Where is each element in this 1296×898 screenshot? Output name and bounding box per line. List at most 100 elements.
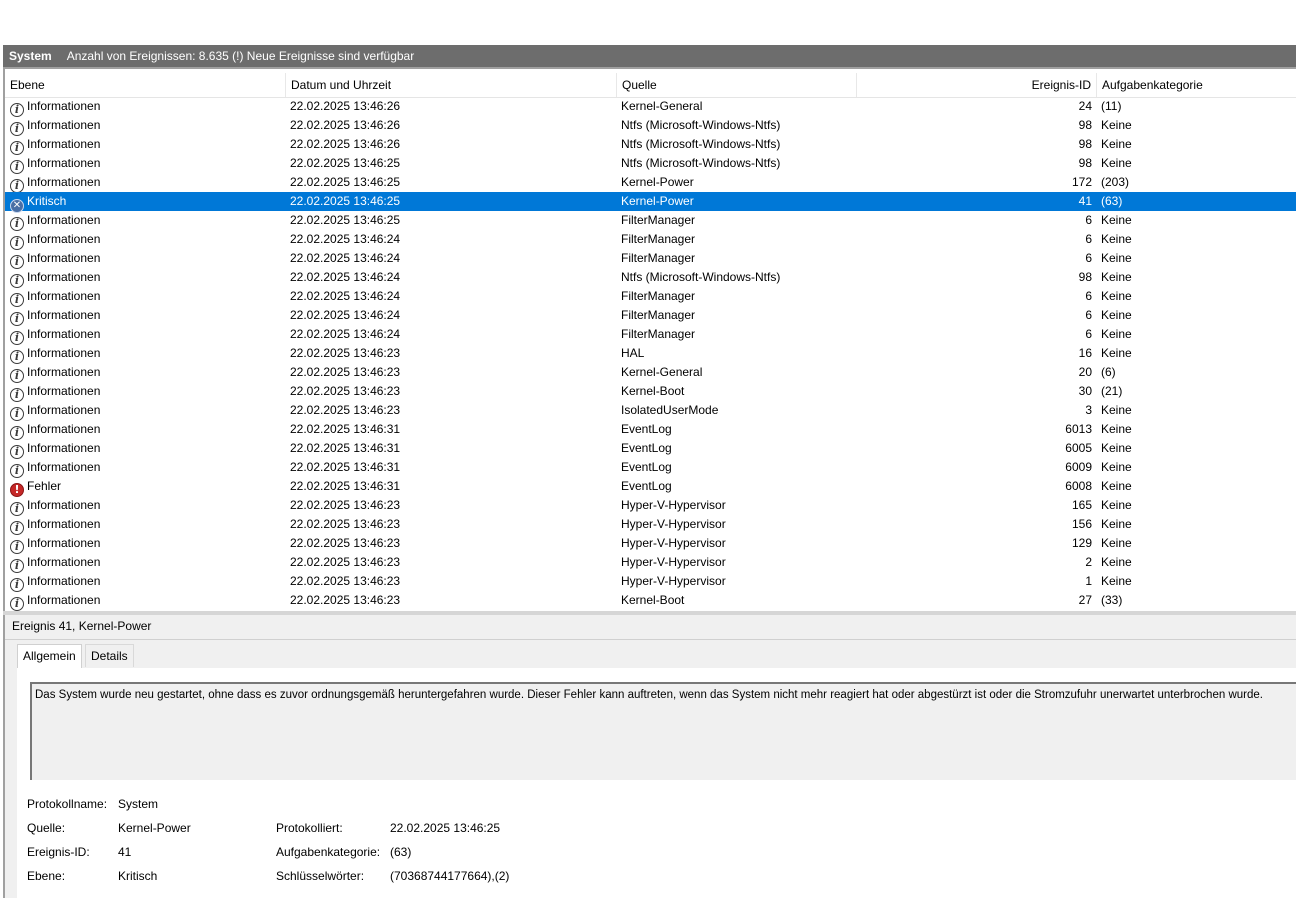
level-text: Informationen [27,498,101,512]
cell-category: (21) [1101,384,1123,398]
level-text: Informationen [27,137,101,151]
cell-event-id: 30 [1078,384,1092,398]
event-description[interactable]: Das System wurde neu gestartet, ohne das… [30,682,1296,780]
level-text: Kritisch [27,194,67,208]
cell-category: Keine [1101,441,1132,455]
cell-level: i Informationen [10,458,285,478]
column-header-date[interactable]: Datum und Uhrzeit [286,73,617,97]
column-header-event-id[interactable]: Ereignis-ID [857,73,1097,97]
table-row[interactable]: i Informationen 22.02.2025 13:46:25 Kernel-… [5,173,1296,193]
prop-eventid-label: Ereignis-ID: [27,845,90,859]
column-header-source[interactable]: Quelle [617,73,857,97]
cell-source: FilterManager [621,308,696,322]
table-row[interactable]: i Informationen 22.02.2025 13:46:23 Hyper-V… [5,572,1296,592]
level-text: Informationen [27,574,101,588]
cell-category: Keine [1101,403,1132,417]
cell-level: i Informationen [10,135,285,155]
info-icon: i [10,160,24,174]
cell-level: i Informationen [10,363,285,383]
column-header-category[interactable]: Aufgabenkategorie [1097,73,1296,97]
cell-category: Keine [1101,517,1132,531]
level-text: Informationen [27,99,101,113]
table-row[interactable]: i Informationen 22.02.2025 13:46:25 Ntfs (M… [5,154,1296,174]
event-detail-title: Ereignis 41, Kernel-Power [12,619,152,633]
table-row[interactable]: i Informationen 22.02.2025 13:46:23 Isolate… [5,401,1296,421]
table-row[interactable]: i Informationen 22.02.2025 13:46:24 Ntfs (M… [5,268,1296,288]
cell-date: 22.02.2025 13:46:31 [290,422,401,436]
level-text: Informationen [27,555,101,569]
tab-general[interactable]: Allgemein [17,644,82,669]
cell-source: FilterManager [621,251,696,265]
prop-source-value[interactable]: Kernel-Power [118,821,191,835]
table-row[interactable]: i Informationen 22.02.2025 13:46:23 Kernel-… [5,591,1296,611]
cell-level: i Informationen [10,534,285,554]
table-row[interactable]: i Informationen 22.02.2025 13:46:26 Ntfs (M… [5,116,1296,136]
level-text: Informationen [27,175,101,189]
cell-event-id: 6 [1085,251,1092,265]
cell-event-id: 165 [1071,498,1092,512]
table-row[interactable]: i Informationen 22.02.2025 13:46:23 HAL 16 Ke… [5,344,1296,364]
table-row[interactable]: i Informationen 22.02.2025 13:46:24 FilterM… [5,249,1296,269]
info-icon: i [10,293,24,307]
table-row[interactable]: i Informationen 22.02.2025 13:46:31 EventLo… [5,420,1296,440]
cell-event-id: 6013 [1065,422,1092,436]
table-row[interactable]: i Informationen 22.02.2025 13:46:24 FilterM… [5,306,1296,326]
cell-source: EventLog [621,441,672,455]
table-row[interactable]: i Informationen 22.02.2025 13:46:24 FilterM… [5,325,1296,345]
cell-level: i Informationen [10,572,285,592]
cell-event-id: 172 [1071,175,1092,189]
level-text: Informationen [27,346,101,360]
level-text: Informationen [27,213,101,227]
table-row[interactable]: ✕ Kritisch 22.02.2025 13:46:25 Kernel-Power… [5,192,1296,213]
table-row[interactable]: i Informationen 22.02.2025 13:46:31 EventLo… [5,439,1296,459]
table-row[interactable]: i Informationen 22.02.2025 13:46:26 Ntfs (M… [5,135,1296,155]
table-row[interactable]: ! Fehler 22.02.2025 13:46:31 EventLog 6008 Ke… [5,477,1296,497]
cell-date: 22.02.2025 13:46:24 [290,270,401,284]
prop-eventid-value[interactable]: 41 [118,845,131,859]
prop-level-value[interactable]: Kritisch [118,869,157,883]
cell-date: 22.02.2025 13:46:23 [290,384,401,398]
info-icon: i [10,369,24,383]
cell-event-id: 24 [1078,99,1092,113]
column-header-level[interactable]: Ebene [5,73,286,97]
cell-level: i Informationen [10,306,285,326]
cell-source: Hyper-V-Hypervisor [621,517,726,531]
table-row[interactable]: i Informationen 22.02.2025 13:46:23 Hyper-V… [5,553,1296,573]
info-icon: i [10,445,24,459]
cell-source: Hyper-V-Hypervisor [621,498,726,512]
cell-level: i Informationen [10,268,285,288]
cell-event-id: 3 [1085,403,1092,417]
cell-category: (203) [1101,175,1130,189]
table-row[interactable]: i Informationen 22.02.2025 13:46:23 Hyper-V… [5,496,1296,516]
cell-source: EventLog [621,422,672,436]
cell-source: Kernel-General [621,99,703,113]
cell-date: 22.02.2025 13:46:23 [290,346,401,360]
cell-category: Keine [1101,327,1132,341]
table-row[interactable]: i Informationen 22.02.2025 13:46:23 Kernel-… [5,363,1296,383]
cell-category: Keine [1101,232,1132,246]
table-row[interactable]: i Informationen 22.02.2025 13:46:26 Kernel-… [5,97,1296,117]
event-list[interactable]: Ebene Datum und Uhrzeit Quelle Ereignis-… [3,67,1296,611]
table-row[interactable]: i Informationen 22.02.2025 13:46:24 FilterM… [5,230,1296,250]
prop-category-value[interactable]: (63) [390,845,411,859]
table-row[interactable]: i Informationen 22.02.2025 13:46:23 Hyper-V… [5,515,1296,535]
prop-logname-value[interactable]: System [118,797,158,811]
prop-logged-value[interactable]: 22.02.2025 13:46:25 [390,821,500,835]
table-row[interactable]: i Informationen 22.02.2025 13:46:23 Kernel-… [5,382,1296,402]
cell-level: i Informationen [10,420,285,440]
cell-event-id: 6008 [1065,479,1092,493]
table-row[interactable]: i Informationen 22.02.2025 13:46:25 FilterM… [5,211,1296,231]
info-icon: i [10,502,24,516]
prop-logged-label: Protokolliert: [276,821,343,835]
column-header-row: Ebene Datum und Uhrzeit Quelle Ereignis-… [5,73,1296,98]
prop-keywords-value[interactable]: (70368744177664),(2) [390,869,509,883]
table-row[interactable]: i Informationen 22.02.2025 13:46:31 EventLo… [5,458,1296,478]
tab-details[interactable]: Details [85,644,134,667]
cell-source: Hyper-V-Hypervisor [621,536,726,550]
table-row[interactable]: i Informationen 22.02.2025 13:46:24 FilterM… [5,287,1296,307]
cell-date: 22.02.2025 13:46:23 [290,555,401,569]
cell-level: ! Fehler [10,477,285,497]
cell-category: Keine [1101,118,1132,132]
table-row[interactable]: i Informationen 22.02.2025 13:46:23 Hyper-V… [5,534,1296,554]
cell-source: IsolatedUserMode [621,403,719,417]
